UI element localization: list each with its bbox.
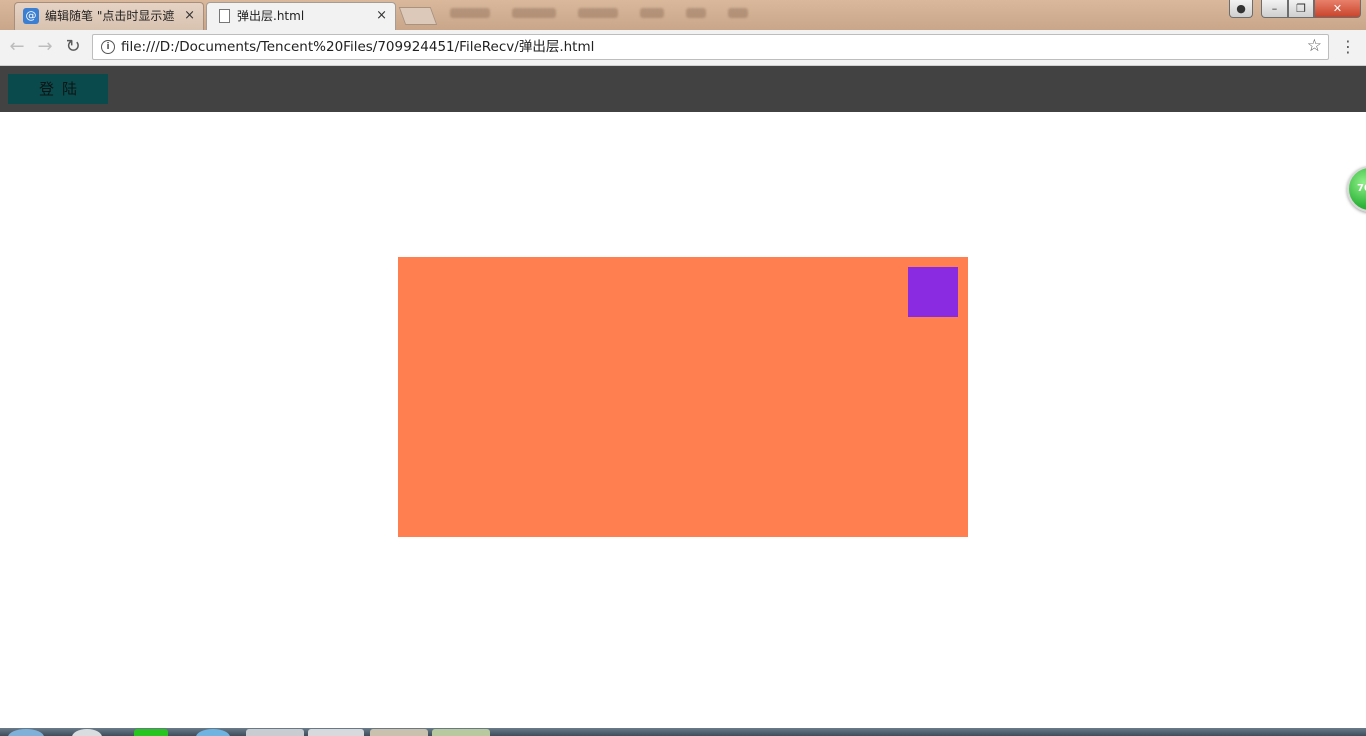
windows-taskbar <box>0 728 1366 736</box>
popup-close-button[interactable] <box>908 267 958 317</box>
tab-edit-post[interactable]: @ 编辑随笔 "点击时显示遮 × <box>14 2 204 30</box>
tab-title: 编辑随笔 "点击时显示遮 <box>45 9 175 23</box>
cnblogs-icon: @ <box>23 8 39 24</box>
new-tab-button[interactable] <box>398 7 438 25</box>
close-icon[interactable]: × <box>184 3 195 29</box>
tab-title: 弹出层.html <box>237 9 305 23</box>
forward-arrow-icon[interactable]: → <box>34 36 56 58</box>
floating-speed-ball[interactable]: 70 <box>1347 166 1366 212</box>
taskbar-item[interactable] <box>432 729 490 736</box>
menu-icon[interactable]: ⋮ <box>1340 36 1356 58</box>
tab-popup-html[interactable]: 弹出层.html × <box>206 2 396 30</box>
reload-icon[interactable]: ↻ <box>62 36 84 58</box>
info-icon[interactable]: i <box>101 40 115 54</box>
login-button[interactable]: 登陆 <box>8 74 108 104</box>
start-button[interactable] <box>8 729 44 736</box>
taskbar-item[interactable] <box>308 729 364 736</box>
back-arrow-icon[interactable]: ← <box>6 36 28 58</box>
browser-toolbar: ← → ↻ i file:///D:/Documents/Tencent%20F… <box>0 30 1366 66</box>
taskbar-item[interactable] <box>246 729 304 736</box>
popup-layer <box>398 257 968 537</box>
taskbar-item[interactable] <box>370 729 428 736</box>
page-header: 登陆 <box>0 66 1366 112</box>
minimize-button[interactable]: – <box>1261 0 1288 18</box>
blurred-background-content <box>450 8 748 22</box>
file-icon <box>219 9 230 23</box>
taskbar-item[interactable] <box>196 729 230 736</box>
url-text[interactable]: file:///D:/Documents/Tencent%20Files/709… <box>121 35 594 59</box>
browser-titlebar: @ 编辑随笔 "点击时显示遮 × 弹出层.html × ● – ❐ ✕ <box>0 0 1366 30</box>
taskbar-item[interactable] <box>72 729 102 736</box>
address-bar[interactable]: i file:///D:/Documents/Tencent%20Files/7… <box>92 34 1329 60</box>
maximize-button[interactable]: ❐ <box>1288 0 1314 18</box>
user-profile-icon[interactable]: ● <box>1229 0 1253 18</box>
bookmark-star-icon[interactable]: ☆ <box>1307 36 1322 56</box>
close-icon[interactable]: × <box>376 3 387 29</box>
close-window-button[interactable]: ✕ <box>1314 0 1361 18</box>
taskbar-item[interactable] <box>134 729 168 736</box>
